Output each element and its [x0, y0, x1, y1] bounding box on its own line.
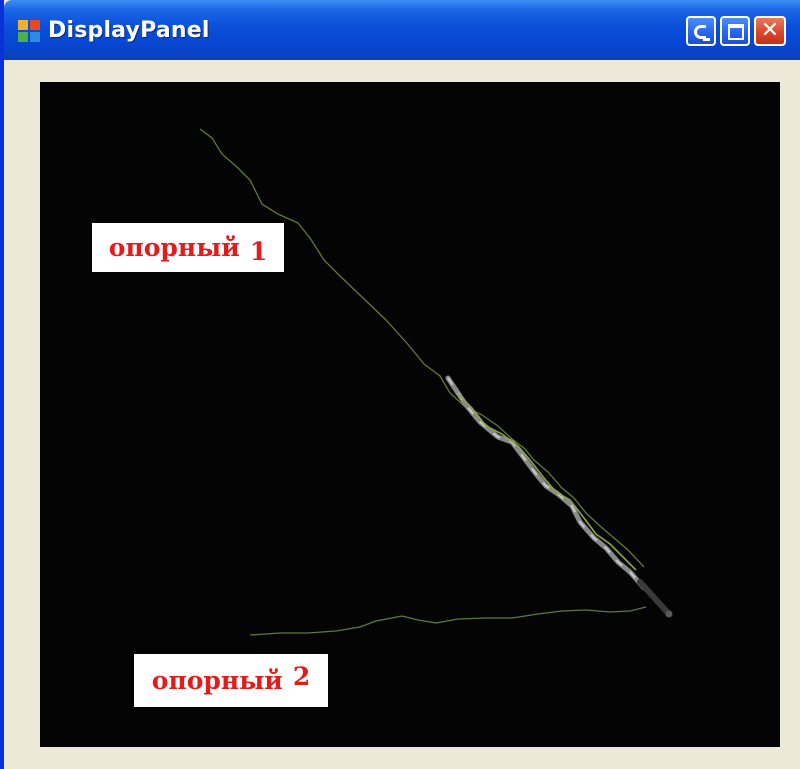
- app-window-icon[interactable]: [18, 20, 40, 42]
- title-bar[interactable]: DisplayPanel ✕: [4, 0, 800, 60]
- close-button[interactable]: ✕: [754, 16, 786, 46]
- reference-label-2-word: опорный: [151, 666, 283, 695]
- close-icon: ✕: [760, 18, 780, 43]
- maximize-button[interactable]: [720, 16, 750, 46]
- reference-label-1: опорный 1: [92, 223, 284, 272]
- window-title: DisplayPanel: [48, 18, 210, 43]
- minimize-button[interactable]: [686, 16, 716, 46]
- reference-label-2-number: 2: [292, 662, 311, 691]
- minimize-icon: [694, 25, 710, 41]
- trajectory-plot: [199, 128, 673, 636]
- maximize-icon: [728, 24, 744, 40]
- reference-trace-1: [199, 128, 645, 568]
- tracked-path-overlay: [457, 393, 637, 571]
- track-endpoint: [665, 610, 673, 618]
- reference-label-1-number: 1: [249, 237, 268, 266]
- reference-label-2: опорный 2: [134, 654, 328, 707]
- application-window: DisplayPanel ✕ опорный 1 опорный 2: [0, 0, 800, 769]
- display-panel-canvas[interactable]: [40, 82, 780, 747]
- reference-label-1-word: опорный: [108, 233, 240, 262]
- tracked-path: [445, 375, 647, 591]
- reference-trace-2: [249, 606, 647, 636]
- track-tail: [637, 579, 671, 616]
